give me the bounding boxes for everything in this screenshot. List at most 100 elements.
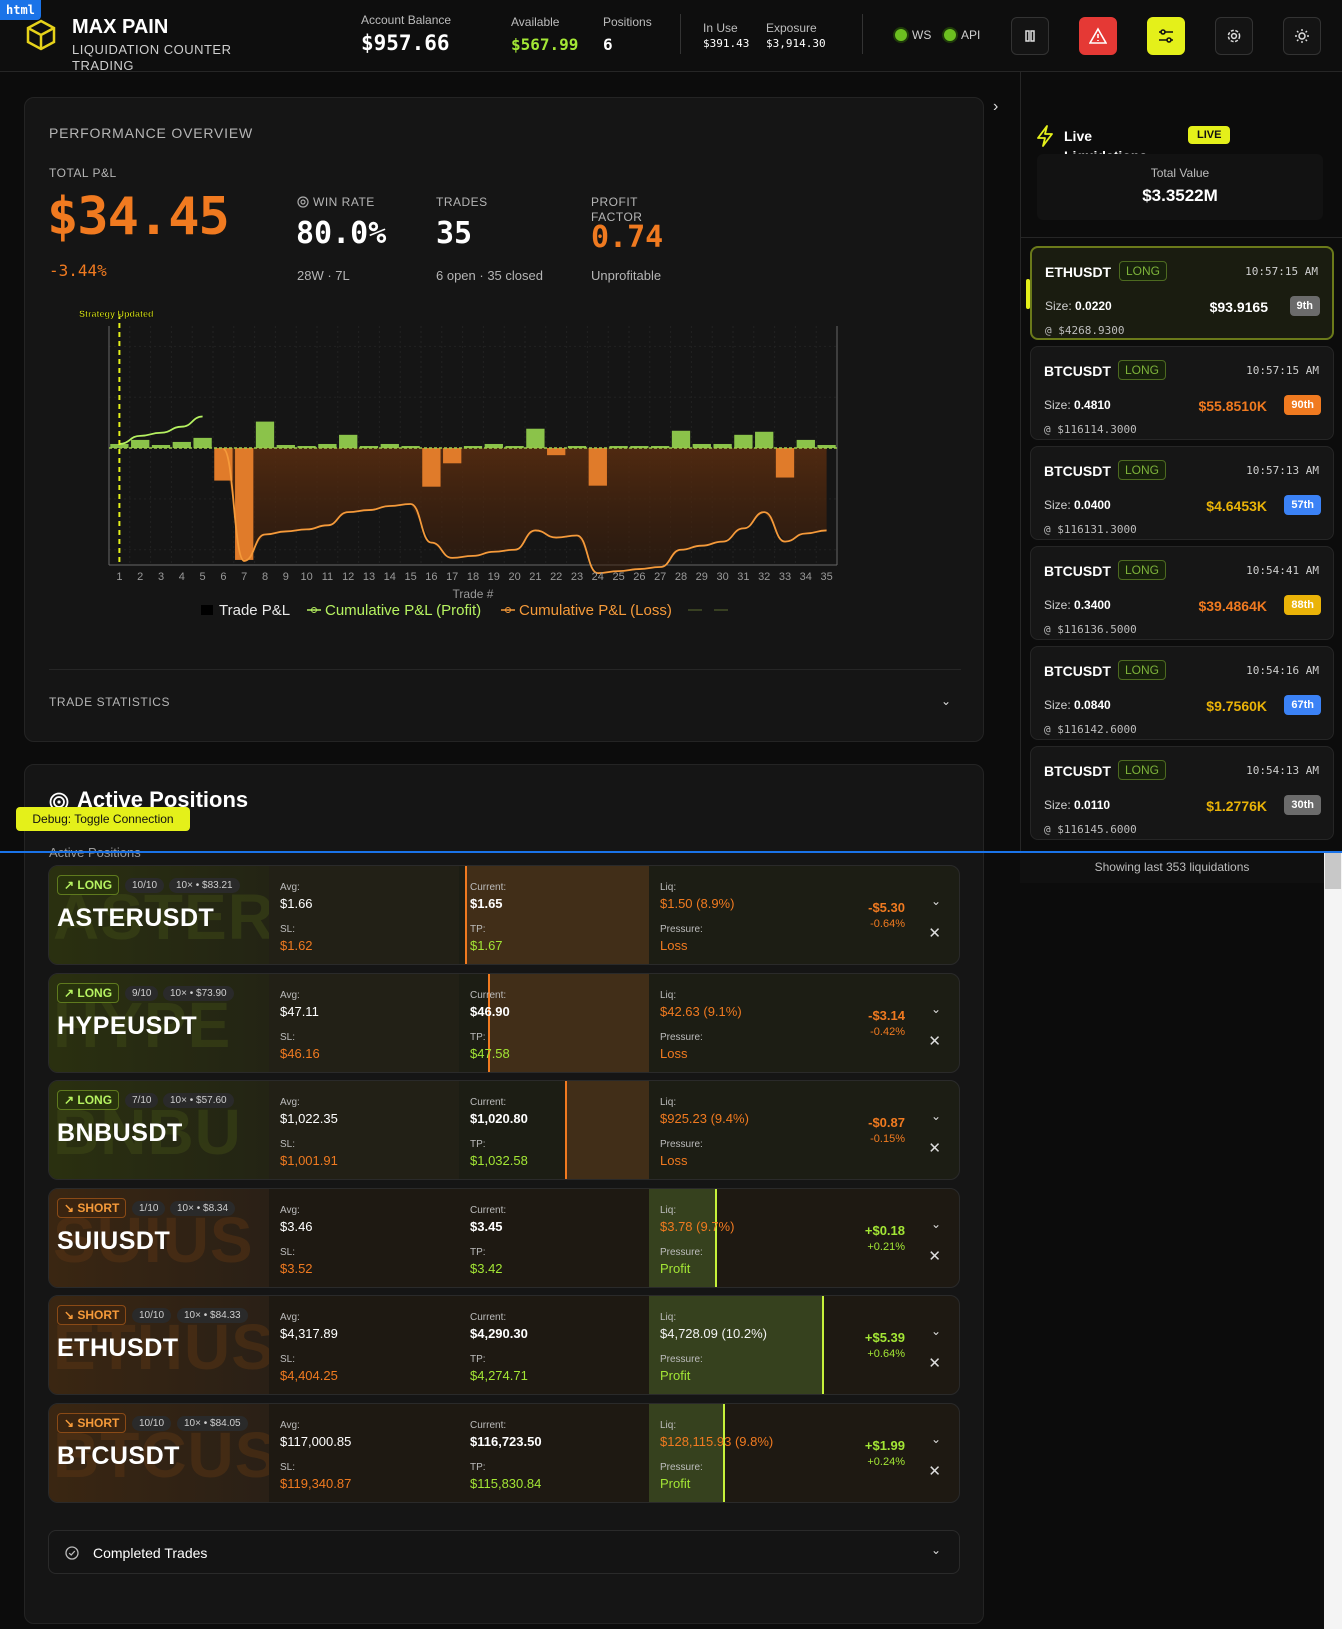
scrollbar-thumb[interactable]: [1325, 853, 1341, 889]
current-price: $116,723.50: [470, 1433, 542, 1449]
position-row[interactable]: SUIUS ↘ SHORT 1/10 10× • $8.34 SUIUSDT Avg: $3…: [48, 1187, 960, 1288]
expand-chevron-icon[interactable]: ⌄: [931, 894, 941, 908]
x-tick-label: 15: [404, 571, 416, 583]
chevron-down-icon[interactable]: ⌄: [941, 694, 951, 708]
current-price: $1.65: [470, 896, 503, 911]
x-tick-label: 24: [592, 571, 604, 583]
expand-chevron-icon[interactable]: ⌄: [931, 1432, 941, 1446]
trend-up-icon: ↗: [64, 985, 78, 1000]
pressure-label: Pressure:: [660, 1031, 703, 1043]
liq-symbol: BTCUSDT: [1044, 663, 1111, 679]
position-count-badge: 1/10: [132, 1200, 166, 1216]
avg-sl-cell: Avg: $4,317.89 SL: $4,404.25: [269, 1296, 459, 1394]
x-tick-label: 13: [363, 571, 375, 583]
pnl-bar: [131, 439, 150, 449]
legend-trade-pnl[interactable]: Trade P&L: [219, 602, 290, 619]
settings-button[interactable]: [1215, 17, 1253, 55]
x-tick-label: 33: [779, 571, 791, 583]
position-row[interactable]: ASTER ↗ LONG 10/10 10× • $83.21 ASTERUSDT Avg…: [48, 865, 960, 965]
position-row[interactable]: BNBU ↗ LONG 7/10 10× • $57.60 BNBUSDT Avg: $1,…: [48, 1080, 960, 1180]
close-position-icon[interactable]: ✕: [928, 1032, 941, 1050]
position-count-badge: 7/10: [125, 1093, 159, 1108]
liq-pressure-cell: Liq: $42.63 (9.1%) Pressure: Loss: [649, 974, 839, 1072]
expand-chevron-icon[interactable]: ⌄: [931, 1217, 941, 1231]
close-position-icon[interactable]: ✕: [928, 924, 941, 942]
emergency-alert-button[interactable]: [1079, 17, 1117, 55]
pnl-bar: [526, 428, 545, 449]
legend-swatch-trade-pnl: [201, 605, 213, 615]
legend-cumulative-profit[interactable]: Cumulative P&L (Profit): [325, 602, 481, 619]
position-direction-badge: ↗ LONG: [57, 875, 120, 895]
pnl-bar: [588, 448, 607, 486]
current-price: $3.45: [470, 1218, 503, 1234]
liq-label: Liq:: [660, 1312, 677, 1323]
position-pnl-percent: +0.64%: [867, 1348, 905, 1360]
scrollbar-track[interactable]: [1324, 853, 1342, 1629]
x-tick-label: 20: [508, 571, 520, 583]
liq-size-label: Size:: [1044, 398, 1075, 412]
position-leverage-badge: 10× • $84.05: [177, 1415, 248, 1431]
position-direction-badge: ↗ LONG: [57, 982, 120, 1003]
in-use-value: $391.43: [703, 37, 750, 50]
position-symbol: BTCUSDT: [57, 1441, 180, 1470]
chevron-down-icon: ⌄: [930, 1543, 941, 1557]
liquidation-card[interactable]: BTCUSDT LONG 10:54:13 AM Size: 0.0110 $1.277…: [1030, 746, 1334, 840]
trade-statistics-toggle[interactable]: TRADE STATISTICS: [49, 695, 170, 709]
pressure-label: Pressure:: [660, 1354, 703, 1365]
liq-size-label: Size:: [1044, 598, 1075, 612]
strategy-sliders-button[interactable]: [1147, 17, 1185, 55]
html-tag: html: [0, 0, 41, 20]
trend-up-icon: ↗: [64, 878, 78, 892]
close-position-icon[interactable]: ✕: [928, 1462, 941, 1480]
close-position-icon[interactable]: ✕: [928, 1247, 941, 1265]
pnl-bar: [775, 448, 795, 478]
liquidation-card[interactable]: BTCUSDT LONG 10:57:15 AM Size: 0.4810 $55.85…: [1030, 346, 1334, 440]
completed-trades-toggle[interactable]: Completed Trades ⌄: [48, 1530, 960, 1574]
position-header: ETHUS ↘ SHORT 10/10 10× • $84.33 ETHUSDT: [49, 1296, 269, 1394]
performance-title: PERFORMANCE OVERVIEW: [49, 125, 253, 141]
available-value: $567.99: [511, 35, 579, 54]
expand-chevron-icon[interactable]: ⌄: [931, 1324, 941, 1338]
chevron-right-icon[interactable]: ›: [993, 98, 998, 116]
liq-symbol: ETHUSDT: [1045, 264, 1112, 280]
position-row[interactable]: BTCUS ↘ SHORT 10/10 10× • $84.05 BTCUSDT Avg:…: [48, 1402, 960, 1503]
position-row[interactable]: ETHUS ↘ SHORT 10/10 10× • $84.33 ETHUSDT Avg:…: [48, 1295, 960, 1395]
expand-chevron-icon[interactable]: ⌄: [931, 1109, 941, 1123]
x-tick-label: 7: [241, 571, 247, 583]
x-axis-label: Trade #: [453, 587, 494, 601]
avg-price: $1,022.35: [280, 1111, 338, 1126]
liq-time: 10:54:41 AM: [1246, 564, 1319, 577]
position-row[interactable]: HYPE ↗ LONG 9/10 10× • $73.90 HYPEUSDT Avg: $4…: [48, 972, 960, 1073]
pressure-value: Profit: [660, 1260, 691, 1276]
total-value-box: Total Value $3.3522M: [1037, 154, 1323, 220]
theme-toggle-button[interactable]: [1283, 17, 1321, 55]
x-tick-label: 35: [820, 571, 832, 583]
x-tick-label: 31: [737, 571, 749, 583]
x-tick-label: 34: [800, 571, 812, 583]
position-pnl: -$0.87: [868, 1115, 905, 1130]
top-header: MAX PAIN LIQUIDATION COUNTER TRADING Acc…: [0, 0, 1342, 73]
pause-button[interactable]: [1011, 17, 1049, 55]
avg-sl-cell: Avg: $117,000.85 SL: $119,340.87: [269, 1404, 459, 1502]
liquidation-card[interactable]: ETHUSDT LONG 10:57:15 AM Size: 0.0220 $93.91…: [1030, 246, 1334, 340]
x-tick-label: 1: [116, 571, 122, 583]
exposure-value: $3,914.30: [766, 37, 826, 50]
legend-cumulative-loss[interactable]: Cumulative P&L (Loss): [519, 602, 672, 619]
liquidation-card[interactable]: BTCUSDT LONG 10:54:41 AM Size: 0.3400 $39.48…: [1030, 546, 1334, 640]
x-tick-label: 28: [675, 571, 687, 583]
liquidation-card[interactable]: BTCUSDT LONG 10:57:13 AM Size: 0.0400 $4.645…: [1030, 446, 1334, 540]
expand-chevron-icon[interactable]: ⌄: [931, 1002, 941, 1016]
ws-label: WS: [912, 28, 932, 42]
x-tick-label: 4: [179, 571, 185, 583]
liq-rank-badge: 9th: [1289, 296, 1320, 316]
cube-logo-icon: [26, 19, 56, 51]
avg-label: Avg:: [280, 989, 300, 1001]
liquidation-card[interactable]: BTCUSDT LONG 10:54:16 AM Size: 0.0840 $9.756…: [1030, 646, 1334, 740]
liq-size-label: Size:: [1044, 698, 1075, 712]
liq-usd-value: $9.7560K: [1206, 698, 1267, 714]
brand-subtitle-1: LIQUIDATION COUNTER: [72, 42, 232, 57]
close-position-icon[interactable]: ✕: [928, 1354, 941, 1372]
debug-toggle-button[interactable]: Debug: Toggle Connection: [16, 807, 190, 831]
close-position-icon[interactable]: ✕: [928, 1139, 941, 1157]
pnl-bar: [547, 448, 566, 456]
